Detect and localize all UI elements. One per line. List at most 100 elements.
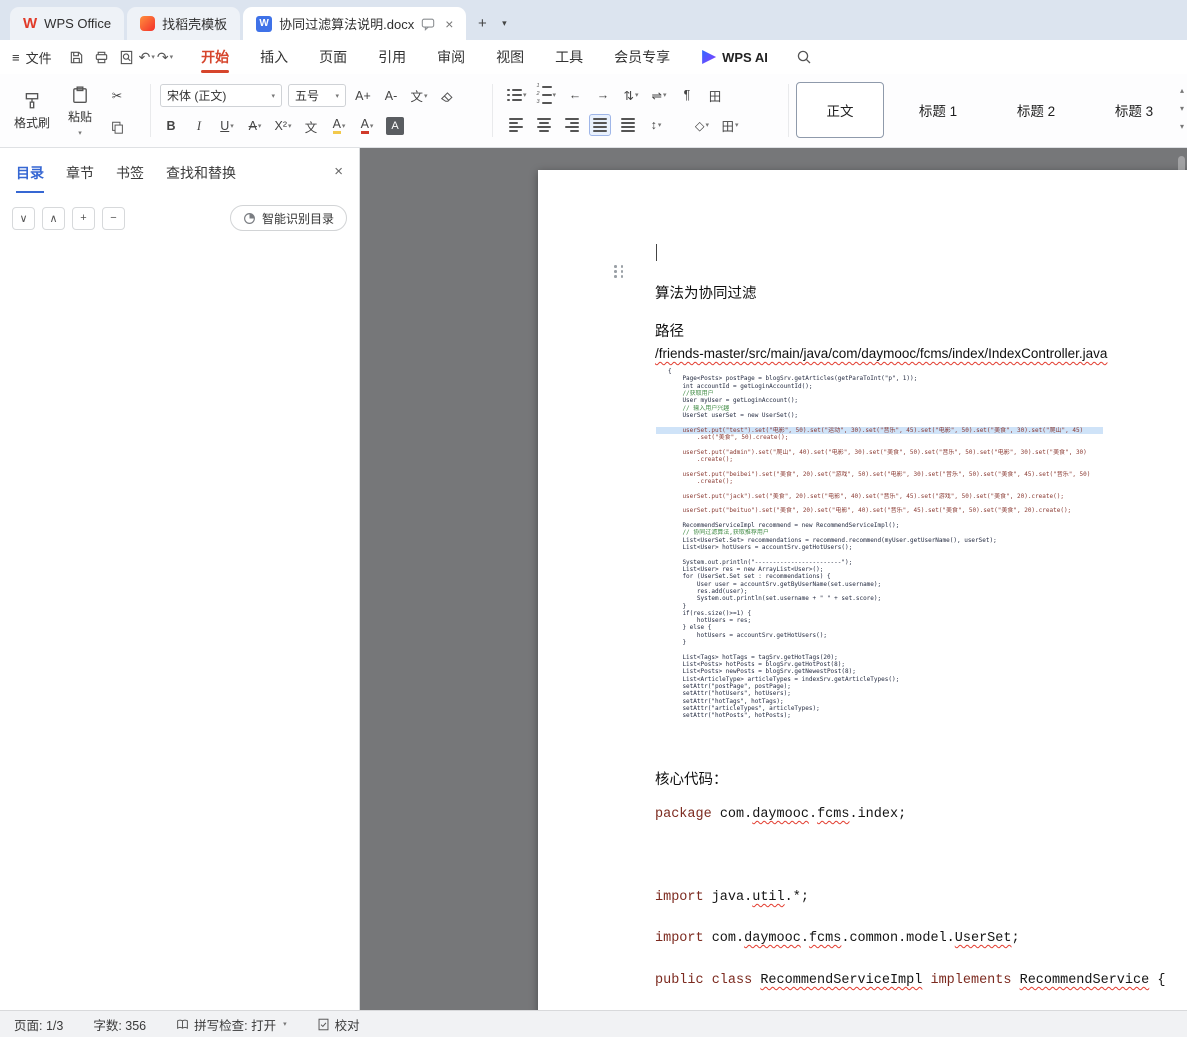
minus-icon: − — [110, 212, 117, 224]
new-tab-button[interactable]: + — [469, 10, 495, 36]
close-tab-icon[interactable]: × — [445, 16, 453, 32]
wps-ai-button[interactable]: WPS AI — [702, 50, 768, 65]
smart-toc-button[interactable]: 智能识别目录 — [229, 205, 347, 231]
ribbon-tab-reference[interactable]: 引用 — [376, 40, 408, 74]
underline-button[interactable]: U ▾ — [216, 115, 238, 137]
style-heading1[interactable]: 标题 1 — [894, 82, 982, 138]
paste-label: 粘贴 — [67, 109, 92, 124]
borders-icon: 田 — [721, 119, 734, 134]
print-icon[interactable] — [89, 46, 114, 68]
increase-indent-button[interactable]: → — [592, 84, 614, 106]
text-direction-icon: ⇅ — [623, 88, 635, 103]
font-name-select[interactable]: 宋体 (正文) ▾ — [160, 84, 282, 107]
superscript-button[interactable]: X² ▾ — [272, 115, 294, 137]
align-left-button[interactable] — [505, 114, 527, 136]
shrink-font-button[interactable]: A- — [380, 85, 402, 107]
grow-font-button[interactable]: A+ — [352, 85, 374, 107]
undo-dropdown-icon[interactable]: ▾ — [151, 53, 155, 61]
save-icon[interactable] — [64, 46, 89, 68]
print-preview-icon[interactable] — [114, 46, 139, 68]
align-center-button[interactable] — [533, 114, 555, 136]
redo-button[interactable]: ↷ ▾ — [157, 49, 173, 66]
styles-scroll-up-icon[interactable]: ▴ — [1180, 86, 1184, 95]
style-heading2[interactable]: 标题 2 — [992, 82, 1080, 138]
tab-document[interactable]: W 协同过滤算法说明.docx × — [243, 7, 467, 40]
char-shading-button[interactable]: A — [384, 115, 406, 137]
bold-button[interactable]: B — [160, 115, 182, 137]
document-page[interactable]: 算法为协同过滤 路径 /friends-master/src/main/java… — [538, 170, 1187, 1010]
styles-gallery: 正文 标题 1 标题 2 标题 3 — [796, 82, 1178, 138]
ribbon-tab-review[interactable]: 审阅 — [435, 40, 467, 74]
strikethrough-button[interactable]: A ▾ — [244, 115, 266, 137]
ribbon-tab-page[interactable]: 页面 — [317, 40, 349, 74]
text-effects-button[interactable]: 文 ▾ — [408, 85, 430, 107]
format-painter-button[interactable]: 格式刷 — [10, 82, 54, 140]
tab-list-dropdown-icon[interactable]: ▾ — [495, 10, 513, 36]
text-direction-button[interactable]: ⇅ ▾ — [620, 84, 642, 106]
distribute-button[interactable] — [617, 114, 639, 136]
vertical-scrollbar[interactable] — [1178, 156, 1185, 316]
justify-button[interactable] — [589, 114, 611, 136]
word-count-indicator[interactable]: 字数: 356 — [93, 1015, 146, 1034]
ribbon-tab-member[interactable]: 会员专享 — [612, 40, 672, 74]
panel-tab-bookmarks[interactable]: 书签 — [116, 163, 144, 193]
shading-button[interactable]: ◇ ▾ — [691, 114, 713, 136]
page-indicator[interactable]: 页面: 1/3 — [14, 1015, 63, 1034]
file-menu-button[interactable]: ≡ 文件 — [12, 48, 52, 67]
style-heading3[interactable]: 标题 3 — [1090, 82, 1178, 138]
undo-button[interactable]: ↶ ▾ — [139, 49, 155, 66]
comment-bubble-icon[interactable] — [421, 17, 435, 31]
toc-expand-button[interactable]: ∨ — [12, 206, 35, 230]
ribbon-tab-tools[interactable]: 工具 — [553, 40, 585, 74]
cut-button[interactable]: ✂ — [106, 84, 128, 106]
ribbon-tab-insert[interactable]: 插入 — [258, 40, 290, 74]
ribbon-separator — [492, 84, 493, 137]
font-size-select[interactable]: 五号 ▾ — [288, 84, 346, 107]
paste-dropdown-icon[interactable]: ▾ — [78, 129, 82, 137]
tab-wps-office[interactable]: W WPS Office — [10, 7, 125, 40]
file-menu-label: 文件 — [25, 50, 52, 66]
proofread-button[interactable]: 校对 — [317, 1015, 360, 1034]
styles-scroll-down-icon[interactable]: ▾ — [1180, 104, 1184, 113]
bullet-list-button[interactable]: ▾ — [505, 84, 529, 106]
highlight-color-button[interactable]: A ▾ — [328, 115, 350, 137]
font-size-dropdown-icon: ▾ — [335, 92, 339, 100]
asian-layout-icon: ⇌ — [651, 88, 663, 103]
align-right-button[interactable] — [561, 114, 583, 136]
numbered-list-button[interactable]: 1 2 3 ▾ — [535, 84, 559, 106]
decrease-indent-button[interactable]: ← — [564, 84, 586, 106]
spellcheck-toggle[interactable]: 拼写检查: 打开 ▾ — [176, 1015, 287, 1034]
ribbon-tab-view[interactable]: 视图 — [494, 40, 526, 74]
align-center-icon — [537, 118, 551, 132]
document-canvas[interactable]: 算法为协同过滤 路径 /friends-master/src/main/java… — [360, 148, 1187, 1010]
ribbon-collapse-icon[interactable]: ▾ — [1180, 122, 1184, 131]
insert-table-button[interactable]: 田 — [704, 84, 726, 106]
toc-zoom-in-button[interactable]: + — [72, 206, 95, 230]
panel-tab-find-replace[interactable]: 查找和替换 — [166, 163, 236, 193]
borders-button[interactable]: 田 ▾ — [719, 114, 741, 136]
toc-collapse-button[interactable]: ∧ — [42, 206, 65, 230]
search-icon[interactable] — [792, 46, 817, 68]
ribbon-separator — [150, 84, 151, 137]
paste-button[interactable]: 粘贴 ▾ — [58, 82, 102, 140]
font-color-button[interactable]: A ▾ — [356, 115, 378, 137]
italic-button[interactable]: I — [188, 115, 210, 137]
style-normal[interactable]: 正文 — [796, 82, 884, 138]
paragraph-marks-button[interactable]: ¶ — [676, 84, 698, 106]
doc-path-label: 路径 — [655, 324, 684, 340]
copy-button[interactable] — [106, 116, 128, 138]
panel-tab-toc[interactable]: 目录 — [16, 163, 44, 193]
panel-tab-sections[interactable]: 章节 — [66, 163, 94, 193]
toc-zoom-out-button[interactable]: − — [102, 206, 125, 230]
redo-dropdown-icon[interactable]: ▾ — [170, 53, 174, 61]
ribbon-tab-home[interactable]: 开始 — [199, 40, 231, 74]
tab-docer-template[interactable]: 找稻壳模板 — [127, 7, 241, 40]
clear-format-button[interactable] — [436, 85, 458, 107]
pinyin-guide-button[interactable]: 文 — [300, 115, 322, 137]
paragraph-drag-handle-icon[interactable] — [614, 265, 625, 278]
strikethrough-dropdown-icon: ▾ — [257, 123, 262, 130]
tab-document-label: 协同过滤算法说明.docx — [279, 17, 415, 32]
panel-close-icon[interactable]: × — [334, 163, 343, 180]
asian-layout-button[interactable]: ⇌ ▾ — [648, 84, 670, 106]
line-spacing-button[interactable]: ↕ ▾ — [645, 114, 667, 136]
